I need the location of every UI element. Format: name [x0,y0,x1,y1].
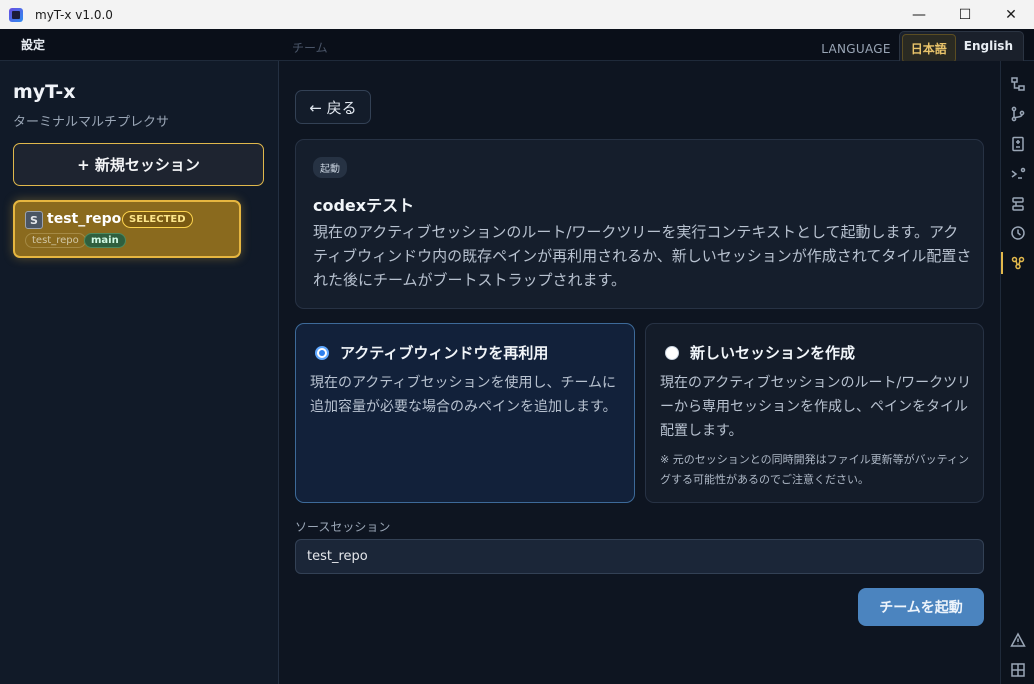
language-japanese-button[interactable]: 日本語 [901,34,956,63]
new-session-button[interactable]: + 新規セッション [13,143,264,186]
source-session-select[interactable]: test_repo [295,539,984,574]
option-title: アクティブウィンドウを再利用 [340,344,549,362]
team-info-card: 起動 codexテスト 現在のアクティブセッションのルート/ワークツリーを実行コ… [295,139,984,309]
active-indicator [1001,252,1003,274]
history-icon[interactable] [1009,224,1027,242]
language-label: LANGUAGE [821,41,891,56]
option-description: 現在のアクティブセッションを使用し、チームに追加容量が必要な場合のみペインを追加… [310,375,617,415]
main-panel: ← 戻る 起動 codexテスト 現在のアクティブセッションのルート/ワークツリ… [279,61,1000,684]
diff-icon[interactable] [1009,135,1027,153]
git-branch-icon[interactable] [1009,105,1027,123]
window-controls: — ☐ ✕ [896,0,1034,29]
option-description: 現在のアクティブセッションのルート/ワークツリーから専用セッションを作成し、ペイ… [660,375,972,439]
new-session-radio[interactable] [665,346,679,360]
layout-icon[interactable] [1009,195,1027,213]
app-brand: myT-x [13,81,76,103]
view-title: チーム [292,41,328,55]
title-bar: myT-x v1.0.0 — ☐ ✕ [0,0,1034,29]
team-description: 現在のアクティブセッションのルート/ワークツリーを実行コンテキストとして起動しま… [313,223,972,289]
maximize-button[interactable]: ☐ [942,0,988,29]
language-english-button[interactable]: English [956,34,1021,63]
session-item-test-repo[interactable]: S test_repo SELECTED test_repo main [13,200,241,258]
team-title: codexテスト [313,196,415,215]
option-reuse-active-window[interactable]: アクティブウィンドウを再利用 現在のアクティブセッションを使用し、チームに追加容… [295,323,635,503]
option-create-new-session[interactable]: 新しいセッションを作成 現在のアクティブセッションのルート/ワークツリーから専用… [645,323,984,503]
close-button[interactable]: ✕ [988,0,1034,29]
repo-tag: test_repo [25,233,86,248]
session-name: test_repo [47,211,122,227]
reuse-window-radio[interactable] [315,346,329,360]
launch-team-button[interactable]: チームを起動 [858,588,984,626]
option-note: ※ 元のセッションとの同時開発はファイル更新等がバッティングする可能性があるので… [660,453,969,486]
launch-pill: 起動 [313,157,347,178]
sidebar: myT-x ターミナルマルチプレクサ + 新規セッション S test_repo… [0,61,279,684]
selected-badge: SELECTED [122,211,193,228]
option-title: 新しいセッションを作成 [690,344,856,362]
grid-icon[interactable] [1009,661,1027,679]
app-subtitle: ターミナルマルチプレクサ [13,115,170,130]
right-toolbar [1000,61,1034,684]
app-logo-icon [9,7,23,22]
minimize-button[interactable]: — [896,0,942,29]
window-title: myT-x v1.0.0 [35,7,113,22]
settings-menu[interactable]: 設定 [21,36,45,53]
warning-icon[interactable] [1009,631,1027,649]
branch-tag: main [84,233,126,248]
team-icon[interactable] [1009,254,1027,272]
terminal-icon[interactable] [1009,165,1027,183]
back-button[interactable]: ← 戻る [295,90,371,124]
source-session-label: ソースセッション [295,520,391,534]
session-type-badge: S [25,211,43,229]
menu-bar: 設定 チーム LANGUAGE 日本語 English [0,29,1034,66]
file-tree-icon[interactable] [1009,75,1027,93]
